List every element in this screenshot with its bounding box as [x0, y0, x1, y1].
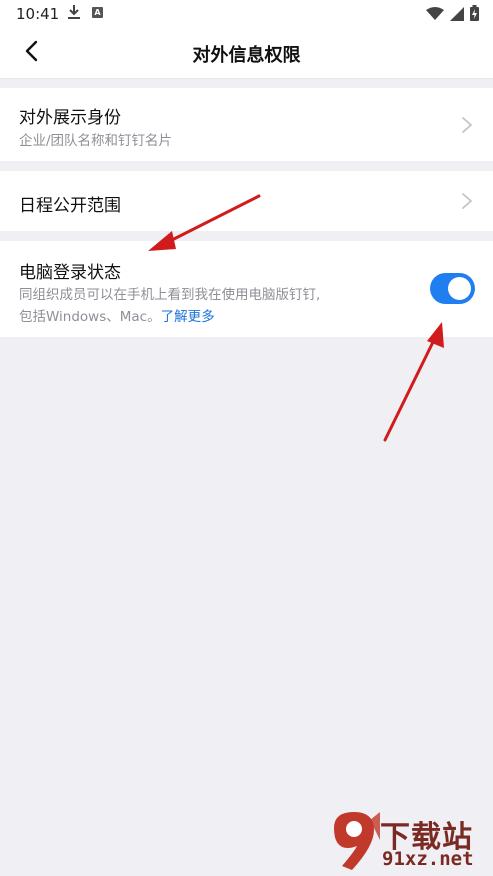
notification-a-icon: A — [92, 7, 103, 18]
schedule-scope-title: 日程公开范围 — [19, 196, 121, 216]
pc-login-status-toggle[interactable] — [430, 273, 475, 304]
page-title: 对外信息权限 — [192, 45, 301, 66]
pc-login-status-description-line2: 包括Windows、Mac。了解更多 — [19, 305, 215, 325]
annotation-arrow-2 — [383, 322, 444, 442]
signal-icon — [450, 6, 464, 25]
nav-bar: 对外信息权限 — [0, 28, 493, 79]
schedule-scope-row[interactable]: 日程公开范围 — [0, 171, 493, 231]
pc-login-status-row: 电脑登录状态 同组织成员可以在手机上看到我在使用电脑版钉钉, 包括Windows… — [0, 241, 493, 337]
pc-login-status-platforms: 包括Windows、Mac。 — [19, 309, 161, 325]
download-icon — [67, 4, 81, 24]
learn-more-link[interactable]: 了解更多 — [161, 309, 215, 325]
watermark: 下载站 91xz.net — [330, 810, 490, 872]
external-identity-title: 对外展示身份 — [19, 108, 121, 128]
external-identity-row[interactable]: 对外展示身份 企业/团队名称和钉钉名片 — [0, 88, 493, 161]
battery-charging-icon — [470, 5, 479, 25]
status-time: 10:41 — [16, 5, 60, 23]
watermark-logo — [334, 812, 380, 870]
status-bar: 10:41 A — [0, 0, 493, 28]
watermark-text-url: 91xz.net — [382, 848, 474, 870]
external-identity-subtitle: 企业/团队名称和钉钉名片 — [19, 133, 173, 149]
chevron-right-icon — [461, 192, 473, 210]
toggle-knob — [448, 277, 471, 300]
status-right-icons — [426, 5, 479, 25]
pc-login-status-title: 电脑登录状态 — [19, 263, 121, 283]
pc-login-status-description-line1: 同组织成员可以在手机上看到我在使用电脑版钉钉, — [19, 287, 321, 303]
chevron-right-icon — [461, 116, 473, 134]
wifi-icon — [426, 6, 444, 25]
